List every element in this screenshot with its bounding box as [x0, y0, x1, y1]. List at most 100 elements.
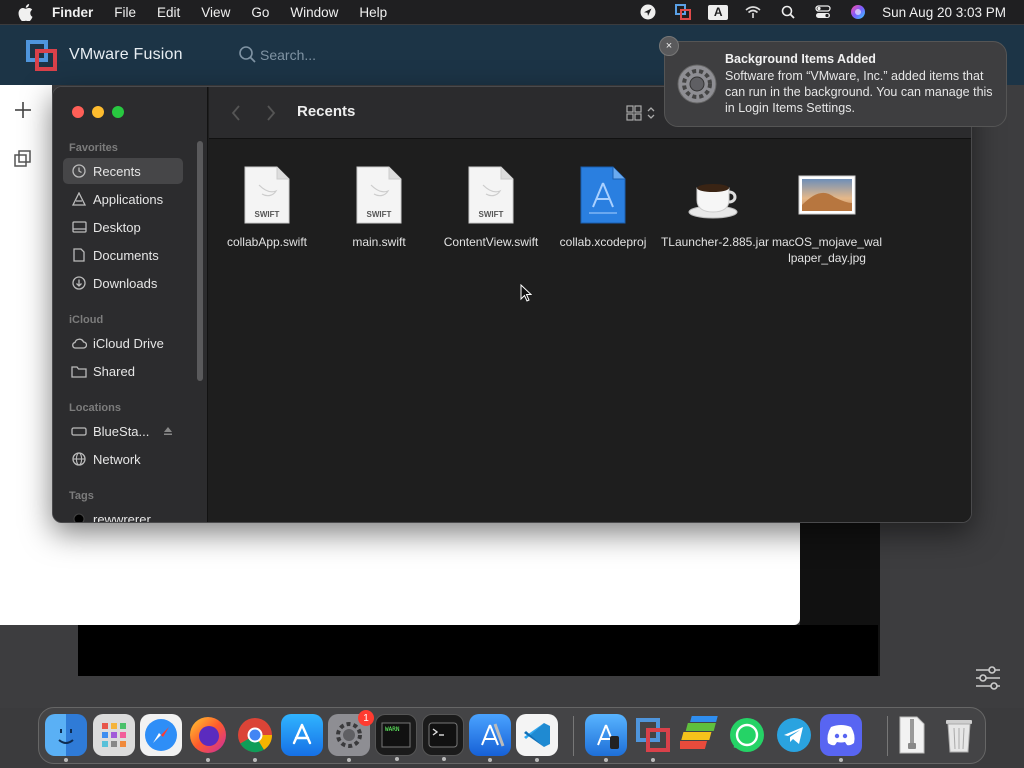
eject-icon[interactable] [163, 426, 173, 436]
notification-body: Software from “VMware, Inc.” added items… [725, 69, 993, 115]
window-zoom-button[interactable] [112, 106, 124, 118]
window-close-button[interactable] [72, 106, 84, 118]
menu-edit[interactable]: Edit [157, 5, 180, 20]
sidebar-item-label: Recents [93, 163, 141, 179]
sidebar-item-shared[interactable]: Shared [63, 358, 183, 384]
sidebar-header-favorites: Favorites [69, 142, 118, 154]
dock-system-settings-icon[interactable]: 1 [328, 710, 374, 762]
finder-window: Favorites Recents Applications Desktop D… [52, 86, 972, 523]
control-center-icon[interactable] [813, 4, 833, 20]
swift-file-icon: SWIFT [237, 164, 297, 226]
dock-finder-icon[interactable] [45, 714, 87, 762]
applications-icon [71, 191, 87, 207]
sidebar-item-applications[interactable]: Applications [63, 186, 183, 212]
swift-file-icon: SWIFT [349, 164, 409, 226]
file-type-label: SWIFT [366, 209, 392, 219]
sidebar-item-recents[interactable]: Recents [63, 158, 183, 184]
sidebar-item-icloud-drive[interactable]: iCloud Drive [63, 330, 183, 356]
dock-trash-icon[interactable] [938, 714, 980, 756]
snapshot-icon[interactable] [13, 149, 33, 169]
dock-app-store-icon[interactable] [281, 714, 323, 756]
vmware-status-icon[interactable] [673, 4, 693, 20]
dock-telegram-icon[interactable] [773, 714, 815, 756]
apple-menu-icon[interactable] [18, 3, 36, 21]
sidebar-item-label: rewwrerer [93, 511, 151, 523]
notification-close-button[interactable]: × [659, 36, 679, 56]
file-item[interactable]: SWIFT main.swift [323, 164, 435, 250]
running-indicator [488, 758, 492, 762]
file-name: main.swift [352, 235, 406, 249]
notification-title: Background Items Added [725, 52, 876, 66]
sidebar-item-bluestacks[interactable]: BlueSta... [63, 418, 183, 444]
chevron-right-icon[interactable] [264, 103, 278, 123]
sidebar-header-locations: Locations [69, 402, 121, 414]
shared-folder-icon [71, 363, 87, 379]
siri-icon[interactable] [848, 4, 868, 20]
notification-banner[interactable]: × Background Items Added Software from “… [659, 36, 1007, 127]
sidebar-item-documents[interactable]: Documents [63, 242, 183, 268]
dock-safari-icon[interactable] [140, 714, 182, 756]
sidebar-item-desktop[interactable]: Desktop [63, 214, 183, 240]
settings-sliders-icon[interactable] [974, 665, 1002, 691]
file-item[interactable]: macOS_mojave_wallpaper_day.jpg [771, 164, 883, 266]
menu-clock[interactable]: Sun Aug 20 3:03 PM [882, 5, 1006, 20]
file-name: TLauncher-2.885.jar [660, 235, 770, 249]
dock: 1 WARN [38, 707, 986, 764]
dock-whatsapp-icon[interactable] [726, 714, 768, 756]
sidebar-item-label: Documents [93, 247, 159, 263]
sidebar-item-label: iCloud Drive [93, 335, 164, 351]
wifi-icon[interactable] [743, 4, 763, 20]
sidebar-item-label: Desktop [93, 219, 141, 235]
dock-launchpad-icon[interactable] [93, 714, 135, 756]
icon-view-toggle-icon[interactable] [625, 103, 661, 123]
dock-simulator-icon[interactable] [585, 714, 627, 762]
menu-file[interactable]: File [114, 5, 136, 20]
dock-vscode-icon[interactable] [516, 714, 558, 762]
sidebar-item-downloads[interactable]: Downloads [63, 270, 183, 296]
dock-vmware-fusion-icon[interactable] [632, 714, 674, 762]
vmware-sidebar [0, 85, 52, 625]
vmware-search-input[interactable]: Search... [238, 45, 316, 65]
menu-view[interactable]: View [201, 5, 230, 20]
dock-discord-icon[interactable] [820, 714, 862, 762]
globe-icon [71, 451, 87, 467]
search-icon[interactable] [778, 4, 798, 20]
svg-text:WARN: WARN [385, 726, 400, 733]
dock-firefox-icon[interactable] [187, 714, 229, 762]
menu-window[interactable]: Window [290, 5, 338, 20]
running-indicator [442, 757, 446, 761]
dock-archive-icon[interactable] [891, 714, 933, 756]
desktop-icon [71, 219, 87, 235]
location-arrow-icon[interactable] [638, 4, 658, 20]
running-indicator [206, 758, 210, 762]
running-indicator [347, 758, 351, 762]
file-item[interactable]: SWIFT collabApp.swift [211, 164, 323, 250]
vmware-search-placeholder: Search... [260, 47, 317, 63]
file-item[interactable]: collab.xcodeproj [547, 164, 659, 250]
dock-chrome-icon[interactable] [234, 714, 276, 762]
file-item[interactable]: TLauncher-2.885.jar [659, 164, 771, 250]
menu-help[interactable]: Help [359, 5, 387, 20]
mouse-cursor-icon [520, 283, 533, 302]
dock-console-icon[interactable]: WARN [375, 714, 417, 761]
dock-xcode-icon[interactable] [469, 714, 511, 762]
menu-finder[interactable]: Finder [52, 5, 93, 20]
file-name: collab.xcodeproj [559, 235, 647, 249]
window-minimize-button[interactable] [92, 106, 104, 118]
file-type-label: SWIFT [478, 209, 504, 219]
sidebar-item-tag[interactable]: rewwrerer [63, 506, 183, 523]
dock-terminal-icon[interactable] [422, 714, 464, 761]
sidebar-item-network[interactable]: Network [63, 446, 183, 472]
plus-icon[interactable] [12, 99, 34, 121]
dock-bluestacks-icon[interactable] [679, 714, 721, 756]
dock-separator [573, 716, 574, 756]
file-item[interactable]: SWIFT ContentView.swift [435, 164, 547, 250]
tag-dot-icon [71, 511, 87, 522]
sidebar-scrollbar[interactable] [197, 141, 203, 381]
file-name: macOS_mojave_wallpaper_day.jpg [771, 235, 883, 265]
input-source-a-icon[interactable]: A [708, 4, 729, 20]
running-indicator [839, 758, 843, 762]
dock-separator [887, 716, 888, 756]
menu-go[interactable]: Go [251, 5, 269, 20]
chevron-left-icon[interactable] [229, 103, 243, 123]
